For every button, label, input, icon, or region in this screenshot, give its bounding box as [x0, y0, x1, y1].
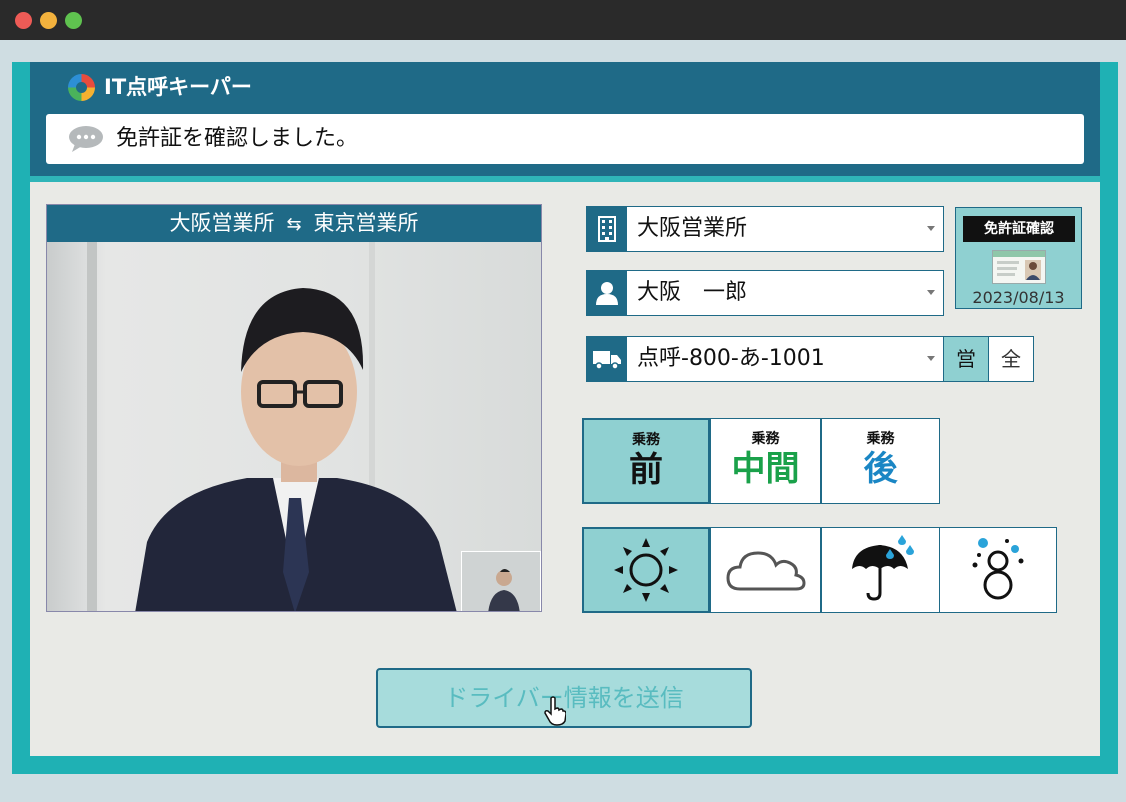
app-header: IT点呼キーパー 免許証を確認しました。 — [30, 62, 1100, 182]
driver-select-value: 大阪 一郎 — [637, 280, 748, 305]
vehicle-filter-sales-toggle[interactable]: 営 — [943, 336, 989, 382]
duty-middle-button[interactable]: 乗務 中間 — [710, 418, 821, 504]
snow-icon — [972, 538, 1024, 600]
to-office-label: 東京営業所 — [313, 211, 419, 235]
weather-rain-button[interactable] — [821, 527, 940, 613]
rain-icon — [851, 535, 914, 601]
chevron-down-icon — [927, 226, 935, 231]
cloud-icon — [725, 551, 806, 591]
weather-cloudy-button[interactable] — [710, 527, 821, 613]
driver-select[interactable]: 大阪 一郎 — [586, 270, 944, 316]
truck-icon — [587, 337, 627, 381]
weather-sunny-button[interactable] — [582, 527, 710, 613]
sun-icon — [614, 538, 678, 602]
remote-video — [47, 242, 541, 611]
vehicle-select[interactable]: 点呼-800-あ-1001 — [586, 336, 944, 382]
office-select[interactable]: 大阪営業所 — [586, 206, 944, 252]
duty-after-label: 後 — [863, 449, 898, 489]
minimize-window-button[interactable] — [40, 12, 57, 29]
building-icon — [587, 207, 627, 251]
vehicle-filter-all-toggle[interactable]: 全 — [988, 336, 1034, 382]
license-card-icon — [992, 250, 1046, 284]
license-check-label: 免許証確認 — [963, 216, 1075, 242]
maximize-window-button[interactable] — [65, 12, 82, 29]
close-window-button[interactable] — [15, 12, 32, 29]
video-call-panel: 大阪営業所 ⇆ 東京営業所 — [46, 204, 542, 612]
hand-cursor-icon — [544, 696, 566, 726]
chevron-down-icon — [927, 356, 935, 361]
speech-bubble-icon — [69, 126, 103, 152]
duty-before-button[interactable]: 乗務 前 — [582, 418, 710, 504]
video-header: 大阪営業所 ⇆ 東京営業所 — [47, 205, 541, 242]
status-message-box: 免許証を確認しました。 — [46, 114, 1084, 164]
app-panel: IT点呼キーパー 免許証を確認しました。 大阪営業所 ⇆ 東京営業所 大阪営業所… — [30, 62, 1100, 756]
self-person-icon — [488, 569, 520, 611]
duty-prefix-label: 乗務 — [751, 431, 780, 447]
app-logo-icon — [68, 74, 95, 101]
license-check-date: 2023/08/13 — [972, 288, 1065, 307]
duty-middle-label: 中間 — [731, 449, 800, 489]
window-titlebar — [0, 0, 1126, 40]
swap-arrows-icon: ⇆ — [286, 214, 302, 235]
from-office-label: 大阪営業所 — [169, 211, 275, 235]
duty-before-label: 前 — [629, 450, 663, 490]
self-view-video — [461, 551, 541, 611]
duty-prefix-label: 乗務 — [866, 431, 895, 447]
status-message-text: 免許証を確認しました。 — [116, 126, 359, 151]
chevron-down-icon — [927, 290, 935, 295]
user-icon — [587, 271, 627, 315]
office-select-value: 大阪営業所 — [637, 216, 748, 241]
duty-prefix-label: 乗務 — [632, 432, 660, 448]
vehicle-select-value: 点呼-800-あ-1001 — [637, 346, 825, 371]
weather-snow-button[interactable] — [939, 527, 1057, 613]
license-check-button[interactable]: 免許証確認 2023/08/13 — [955, 207, 1082, 309]
app-title: IT点呼キーパー — [104, 75, 252, 99]
duty-after-button[interactable]: 乗務 後 — [821, 418, 940, 504]
